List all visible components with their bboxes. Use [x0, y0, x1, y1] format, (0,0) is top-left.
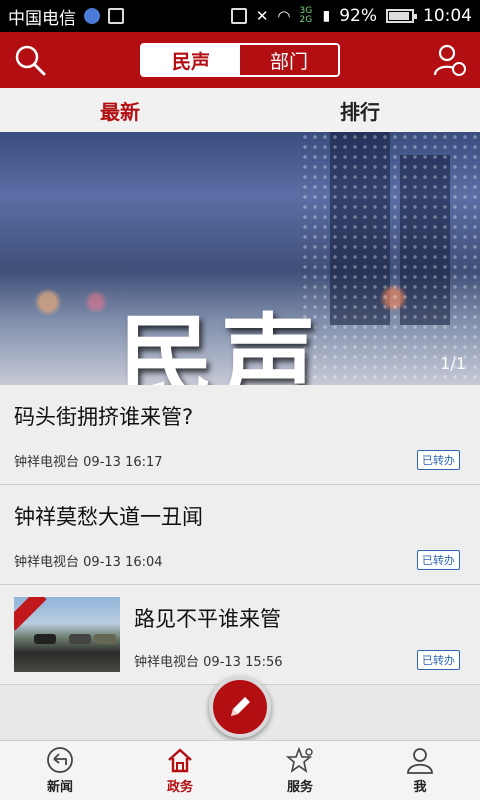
notification-icon	[84, 8, 100, 24]
mute-icon: ✕	[255, 7, 269, 25]
battery-percent: 92%	[339, 6, 377, 26]
network-type: 3G 2G	[299, 6, 313, 25]
list-item[interactable]: 钟祥莫愁大道一丑闻 钟祥电视台 09-13 16:04 已转办	[0, 485, 480, 585]
thumbnail-car	[34, 634, 56, 644]
sub-tabs: 最新 排行	[0, 88, 480, 132]
star-icon	[285, 746, 313, 773]
search-button[interactable]	[10, 40, 50, 80]
nav-label: 我	[413, 780, 427, 795]
tab-ranking[interactable]: 排行	[240, 88, 480, 132]
item-title: 码头街拥挤谁来管?	[14, 405, 194, 429]
item-source: 钟祥电视台	[14, 555, 80, 570]
list-item[interactable]: 路见不平谁来管 钟祥电视台 09-13 15:56 已转办	[0, 585, 480, 685]
item-title: 钟祥莫愁大道一丑闻	[14, 505, 203, 529]
item-time: 09-13 16:04	[83, 555, 163, 570]
status-badge: 已转办	[417, 650, 460, 670]
nav-news[interactable]: 新闻	[0, 741, 120, 800]
user-button[interactable]	[430, 40, 470, 80]
item-title: 路见不平谁来管	[134, 607, 281, 631]
search-icon	[15, 45, 46, 76]
item-thumbnail	[14, 597, 120, 672]
thumbnail-car	[94, 634, 116, 644]
battery-icon	[386, 9, 417, 23]
item-source: 钟祥电视台	[134, 655, 200, 670]
clock: 10:04	[423, 6, 472, 26]
banner-carousel[interactable]: 民声 1/1	[0, 132, 480, 385]
nav-label: 政务	[166, 780, 193, 795]
pencil-icon	[231, 697, 250, 716]
banner-title: 民声	[118, 303, 322, 386]
segment-minsheng[interactable]: 民声	[142, 45, 240, 75]
segment-control: 民声 部门	[140, 43, 340, 77]
nav-government[interactable]: 政务	[120, 741, 240, 800]
compose-button[interactable]	[209, 676, 271, 738]
banner-dot-pattern	[300, 132, 480, 385]
thumbnail-car	[69, 634, 91, 644]
image-icon	[108, 8, 124, 24]
home-icon	[168, 748, 192, 773]
status-badge: 已转办	[417, 550, 460, 570]
news-list: 码头街拥挤谁来管? 钟祥电视台 09-13 16:17 已转办 钟祥莫愁大道一丑…	[0, 385, 480, 685]
battery-fill	[389, 12, 409, 20]
nav-me[interactable]: 我	[360, 741, 480, 800]
signal-icon: ▮	[322, 8, 331, 24]
list-item[interactable]: 码头街拥挤谁来管? 钟祥电视台 09-13 16:17 已转办	[0, 385, 480, 485]
status-bar: 中国电信 ✕ ◠ 3G 2G ▮ 92% 10:04	[0, 0, 480, 32]
thumbnail-tag	[14, 597, 47, 631]
segment-bumen[interactable]: 部门	[240, 45, 338, 75]
item-meta: 钟祥电视台 09-13 15:56	[134, 651, 283, 670]
item-time: 09-13 16:17	[83, 455, 163, 470]
nav-label: 新闻	[46, 780, 73, 795]
back-arrow-icon	[47, 747, 73, 773]
status-badge: 已转办	[417, 450, 460, 470]
nav-label: 服务	[286, 780, 313, 795]
item-source: 钟祥电视台	[14, 455, 80, 470]
carrier-name: 中国电信	[8, 8, 76, 29]
app-header: 民声 部门	[0, 32, 480, 88]
item-time: 09-13 15:56	[203, 655, 283, 670]
person-icon	[407, 748, 433, 774]
tab-latest[interactable]: 最新	[0, 88, 240, 132]
user-settings-icon	[433, 44, 466, 76]
nav-service[interactable]: 服务	[240, 741, 360, 800]
wifi-icon: ◠	[277, 7, 291, 25]
nfc-icon	[230, 8, 247, 24]
bottom-nav: 新闻 政务 服务 我	[0, 740, 480, 800]
item-meta: 钟祥电视台 09-13 16:04	[14, 551, 163, 570]
banner-page-counter: 1/1	[440, 354, 466, 373]
item-meta: 钟祥电视台 09-13 16:17	[14, 451, 163, 470]
